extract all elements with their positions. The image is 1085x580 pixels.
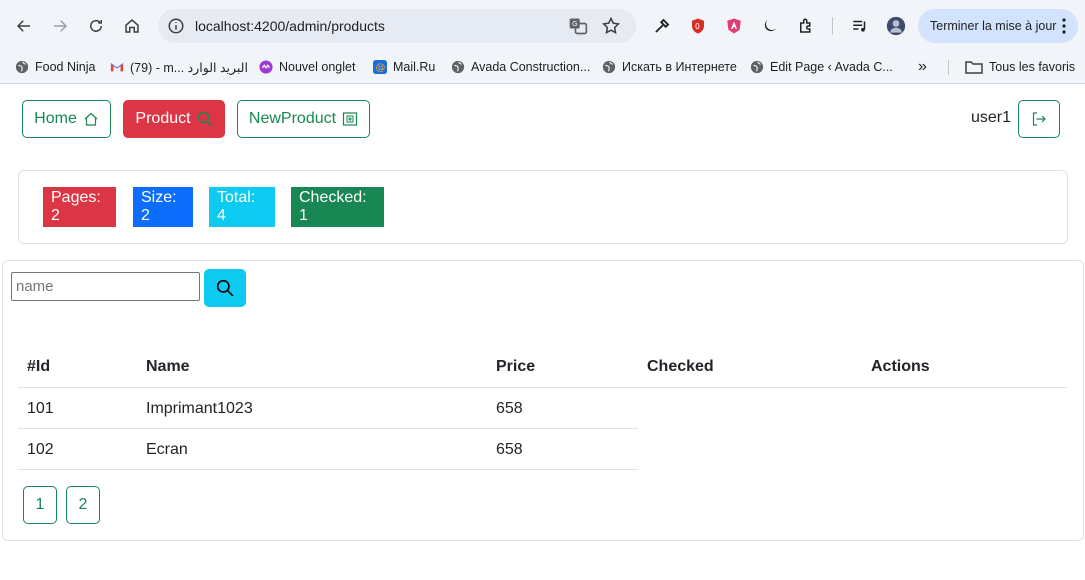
- file-earmark-icon: [342, 112, 358, 126]
- url-text: localhost:4200/admin/products: [195, 18, 385, 34]
- dark-mode-extension[interactable]: [760, 16, 780, 36]
- home-label: Home: [34, 110, 77, 127]
- eyedropper-icon: [655, 18, 670, 33]
- moon-icon: [764, 20, 776, 32]
- chevron-double-right-icon: »: [918, 58, 927, 75]
- search-icon: [197, 111, 213, 127]
- cell-name: Ecran: [146, 441, 188, 458]
- bookmark-label: Avada Construction...: [471, 60, 591, 74]
- bookmark-item[interactable]: Food Ninja: [15, 57, 95, 77]
- cell-name: Imprimant1023: [146, 400, 253, 417]
- globe-icon: [15, 60, 29, 74]
- update-label: Terminer la mise à jour: [930, 19, 1057, 33]
- bookmark-item[interactable]: Edit Page ‹ Avada C...: [750, 57, 893, 77]
- column-header-price: Price: [496, 358, 536, 375]
- product-label: Product: [135, 110, 191, 127]
- size-badge: Size: 2: [133, 187, 193, 227]
- bookmark-item[interactable]: Искать в Интернете: [602, 57, 737, 77]
- column-header-actions: Actions: [871, 358, 930, 375]
- total-badge: Total: 4: [209, 187, 275, 227]
- new-product-label: NewProduct: [248, 110, 337, 127]
- ublock-extension[interactable]: 0: [688, 16, 708, 36]
- mailru-icon: @: [373, 60, 387, 74]
- pages-badge: Pages: 2: [43, 187, 116, 227]
- username: user1: [971, 109, 1012, 126]
- svg-text:@: @: [376, 63, 386, 74]
- bookmark-label: Nouvel onglet: [279, 60, 356, 74]
- row-divider: [18, 428, 638, 429]
- column-header-name: Name: [146, 358, 190, 375]
- arrow-right-icon: [54, 20, 68, 32]
- globe-icon: [602, 60, 616, 74]
- toolbar-divider: [832, 17, 833, 35]
- update-browser-button[interactable]: Terminer la mise à jour: [918, 9, 1078, 43]
- site-info-icon[interactable]: [167, 17, 185, 35]
- bookmark-label: Искать в Интернете: [622, 60, 737, 74]
- logout-button[interactable]: [1018, 100, 1060, 138]
- search-icon: [216, 279, 234, 297]
- angular-icon: [727, 18, 741, 34]
- eyedropper-extension[interactable]: [652, 16, 672, 36]
- page-button-1[interactable]: 1: [23, 486, 57, 524]
- avatar-icon: [886, 16, 906, 36]
- bookmark-item[interactable]: Nouvel onglet: [259, 57, 355, 77]
- browser-toolbar: localhost:4200/admin/products G 0 Termin…: [0, 0, 1085, 52]
- translate-icon[interactable]: G: [568, 16, 588, 36]
- cell-id: 102: [27, 441, 54, 458]
- angular-extension[interactable]: [724, 16, 744, 36]
- bookmarks-divider: [948, 60, 949, 75]
- new-product-button[interactable]: NewProduct: [237, 100, 370, 138]
- bookmark-label: Edit Page ‹ Avada C...: [770, 60, 893, 74]
- column-header-id: #Id: [27, 358, 51, 375]
- search-input[interactable]: [11, 272, 200, 301]
- more-bookmarks-button[interactable]: »: [918, 57, 927, 77]
- profile-avatar[interactable]: [886, 16, 906, 36]
- bookmark-label: Food Ninja: [35, 60, 96, 74]
- cell-price: 658: [496, 400, 523, 417]
- bookmark-label: Mail.Ru: [393, 60, 436, 74]
- globe-icon: [750, 60, 764, 74]
- house-icon: [125, 19, 139, 33]
- new-tab-icon: [259, 60, 273, 74]
- checked-badge: Checked: 1: [291, 187, 384, 227]
- reload-icon: [90, 19, 102, 32]
- folder-icon: [965, 61, 983, 74]
- table-header-divider: [18, 387, 1067, 388]
- puzzle-icon: [800, 18, 811, 33]
- kebab-menu-icon: [1062, 18, 1066, 34]
- search-button[interactable]: [204, 269, 246, 307]
- globe-icon: [451, 60, 465, 74]
- bookmark-label: (79) - m... البريد الوارد: [130, 60, 248, 75]
- playlist-icon: [853, 20, 866, 32]
- bookmark-item[interactable]: (79) - m... البريد الوارد: [110, 57, 248, 77]
- all-bookmarks-button[interactable]: Tous les favoris: [965, 57, 1075, 77]
- arrow-left-icon: [16, 20, 30, 32]
- bookmark-item[interactable]: @ Mail.Ru: [373, 57, 435, 77]
- cell-price: 658: [496, 441, 523, 458]
- forward-button[interactable]: [48, 14, 72, 38]
- bookmark-item[interactable]: Avada Construction...: [451, 57, 590, 77]
- row-divider: [18, 469, 638, 470]
- page-button-2[interactable]: 2: [66, 486, 100, 524]
- back-button[interactable]: [12, 14, 36, 38]
- all-bookmarks-label: Tous les favoris: [989, 60, 1076, 74]
- media-controls-button[interactable]: [850, 16, 870, 36]
- column-header-checked: Checked: [647, 358, 714, 375]
- shield-icon: 0: [692, 18, 704, 34]
- bookmark-star-icon[interactable]: [601, 16, 621, 36]
- cell-id: 101: [27, 400, 54, 417]
- home-nav-button[interactable]: [120, 14, 144, 38]
- address-bar[interactable]: localhost:4200/admin/products G: [158, 9, 636, 43]
- svg-text:0: 0: [695, 22, 700, 31]
- product-button[interactable]: Product: [123, 100, 225, 138]
- house-icon: [84, 112, 98, 126]
- extensions-button[interactable]: [796, 16, 816, 36]
- svg-text:G: G: [572, 20, 577, 28]
- home-button[interactable]: Home: [22, 100, 111, 138]
- gmail-icon: [110, 63, 124, 72]
- logout-icon: [1032, 112, 1046, 126]
- reload-button[interactable]: [84, 14, 108, 38]
- bookmarks-bar: Food Ninja (79) - m... البريد الوارد Nou…: [0, 52, 1085, 84]
